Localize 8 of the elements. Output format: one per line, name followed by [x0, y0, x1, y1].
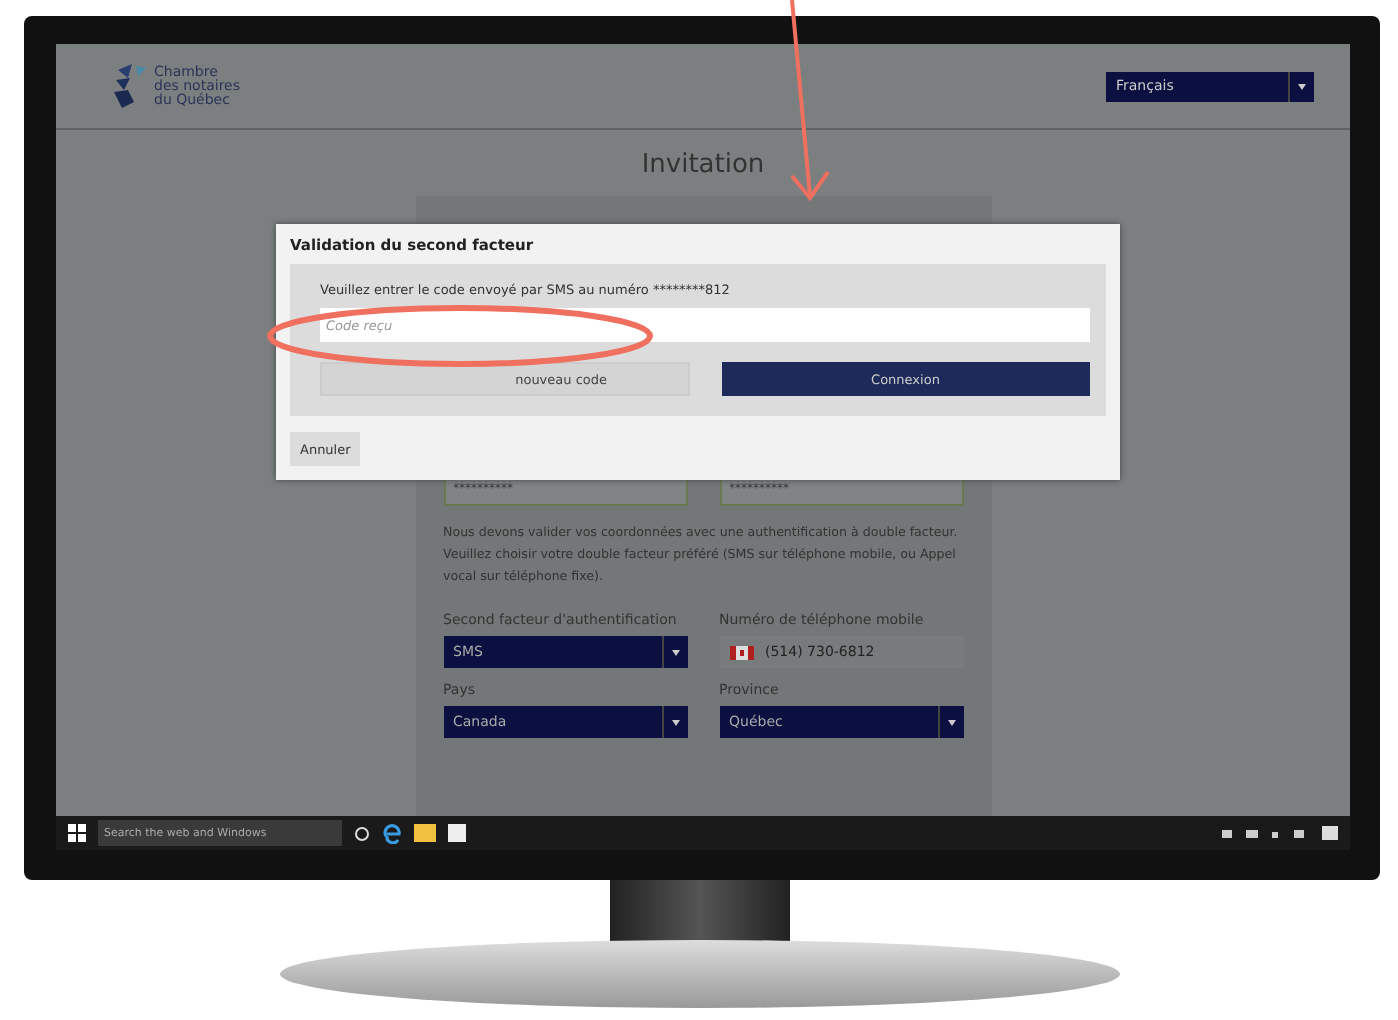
page-title: Invitation [639, 148, 767, 184]
windows-logo-icon[interactable] [68, 824, 86, 842]
browser-icon[interactable] [382, 823, 402, 843]
flag-icon [729, 645, 753, 659]
task-view-icon[interactable] [354, 825, 370, 841]
system-tray-icon[interactable] [1222, 827, 1310, 839]
logo-icon [112, 62, 148, 110]
notification-icon[interactable] [1322, 825, 1338, 841]
